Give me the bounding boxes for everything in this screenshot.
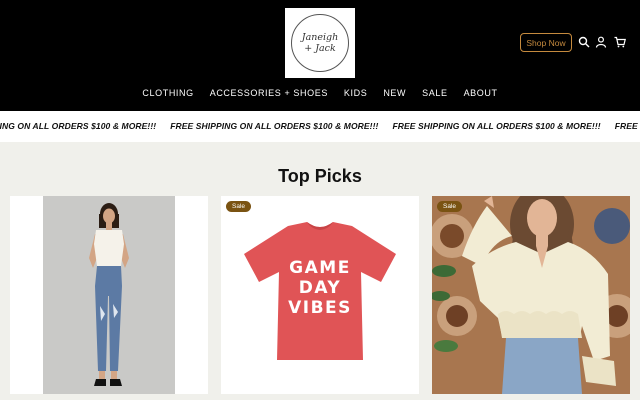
brand-logo[interactable]: Janeigh + Jack xyxy=(285,8,355,78)
product-card-1[interactable] xyxy=(10,196,208,394)
nav-item-about[interactable]: ABOUT xyxy=(464,88,498,98)
product-card-3[interactable]: Sale xyxy=(432,196,630,394)
nav-item-accessories-shoes[interactable]: ACCESSORIES + SHOES xyxy=(210,88,328,98)
shirt-print-line-3: VIBES xyxy=(288,298,352,318)
product-image-blouse xyxy=(432,196,630,394)
sale-badge: Sale xyxy=(226,201,252,212)
cart-icon[interactable] xyxy=(614,36,626,48)
search-icon[interactable] xyxy=(578,36,590,48)
logo-circle: Janeigh + Jack xyxy=(291,14,349,72)
site-header: Janeigh + Jack Shop Now CLOTHING ACCESSO… xyxy=(0,0,640,111)
logo-text: Janeigh + Jack xyxy=(301,32,339,54)
nav-item-sale[interactable]: SALE xyxy=(422,88,447,98)
announcement-text: FREE SHIPPING ON ALL ORDERS $100 & MORE!… xyxy=(170,121,379,131)
nav-item-clothing[interactable]: CLOTHING xyxy=(142,88,193,98)
product-card-2[interactable]: Sale GAME DAY VIBES xyxy=(221,196,419,394)
shop-now-button[interactable]: Shop Now xyxy=(520,33,572,52)
announcement-bar: FREE SHIPPING ON ALL ORDERS $100 & MORE!… xyxy=(0,111,640,142)
section-title: Top Picks xyxy=(278,166,362,186)
announcement-text: FREE SHIPPING ON ALL ORDERS $100 & MORE!… xyxy=(392,121,601,131)
announcement-text: FREE SHIPPING ON ALL ORDERS $100 & MORE!… xyxy=(614,121,640,131)
shirt-print-line-1: GAME xyxy=(289,258,351,278)
announcement-track: FREE SHIPPING ON ALL ORDERS $100 & MORE!… xyxy=(0,121,640,131)
main-nav: CLOTHING ACCESSORIES + SHOES KIDS NEW SA… xyxy=(0,88,640,98)
account-icon[interactable] xyxy=(595,36,607,48)
shirt-print-line-2: DAY xyxy=(298,278,342,298)
product-image-jeans xyxy=(10,196,208,394)
sale-badge: Sale xyxy=(437,201,463,212)
nav-item-new[interactable]: NEW xyxy=(383,88,406,98)
nav-item-kids[interactable]: KIDS xyxy=(344,88,367,98)
announcement-text: FREE SHIPPING ON ALL ORDERS $100 & MORE!… xyxy=(0,121,157,131)
